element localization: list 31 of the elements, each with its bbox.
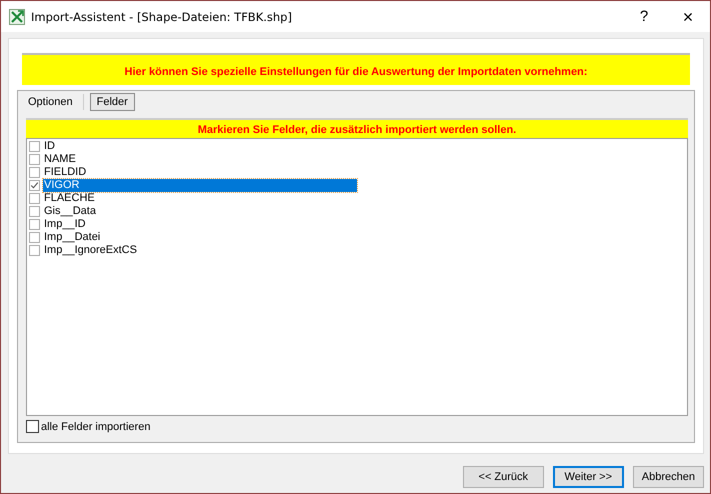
- checkbox[interactable]: [29, 219, 40, 230]
- instruction-banner: Hier können Sie spezielle Einstellungen für die Auswertung der Importdaten vornehmen:: [22, 53, 690, 85]
- checkbox[interactable]: [29, 206, 40, 217]
- list-item[interactable]: ID: [43, 140, 56, 153]
- list-item[interactable]: VIGOR: [43, 179, 357, 192]
- list-item[interactable]: FIELDID: [43, 166, 88, 179]
- hint-banner: Markieren Sie Felder, die zusätzlich importiert werden sollen.: [26, 118, 688, 138]
- list-item[interactable]: Gis__Data: [43, 205, 97, 218]
- list-item[interactable]: Imp__ID: [43, 218, 87, 231]
- checkbox[interactable]: [29, 167, 40, 178]
- close-button[interactable]: ×: [677, 6, 699, 28]
- tab[interactable]: Felder: [90, 93, 135, 111]
- checkbox[interactable]: [29, 154, 40, 165]
- checkbox[interactable]: [29, 245, 40, 256]
- checkbox[interactable]: [29, 141, 40, 152]
- list-item[interactable]: Imp__IgnoreExtCS: [43, 244, 138, 257]
- tab[interactable]: Optionen: [18, 94, 84, 110]
- checkbox-label: alle Felder importieren: [41, 420, 150, 432]
- checkbox[interactable]: [26, 420, 39, 433]
- help-button[interactable]: ?: [633, 6, 655, 28]
- list-item[interactable]: NAME: [43, 153, 77, 166]
- dialog-button[interactable]: << Zurück: [462, 466, 544, 488]
- list-item[interactable]: Imp__Datei: [43, 231, 102, 244]
- dialog-button[interactable]: Abbrechen: [632, 466, 704, 488]
- dialog-button[interactable]: Weiter >>: [552, 466, 624, 488]
- app-logo-icon: [9, 8, 25, 24]
- checkbox[interactable]: [29, 232, 40, 243]
- list-item[interactable]: FLAECHE: [43, 192, 96, 205]
- window-title: Import-Assistent - [Shape-Dateien: TFBK.shp]: [31, 10, 293, 24]
- checkbox[interactable]: [29, 180, 40, 191]
- checkbox[interactable]: [29, 193, 40, 204]
